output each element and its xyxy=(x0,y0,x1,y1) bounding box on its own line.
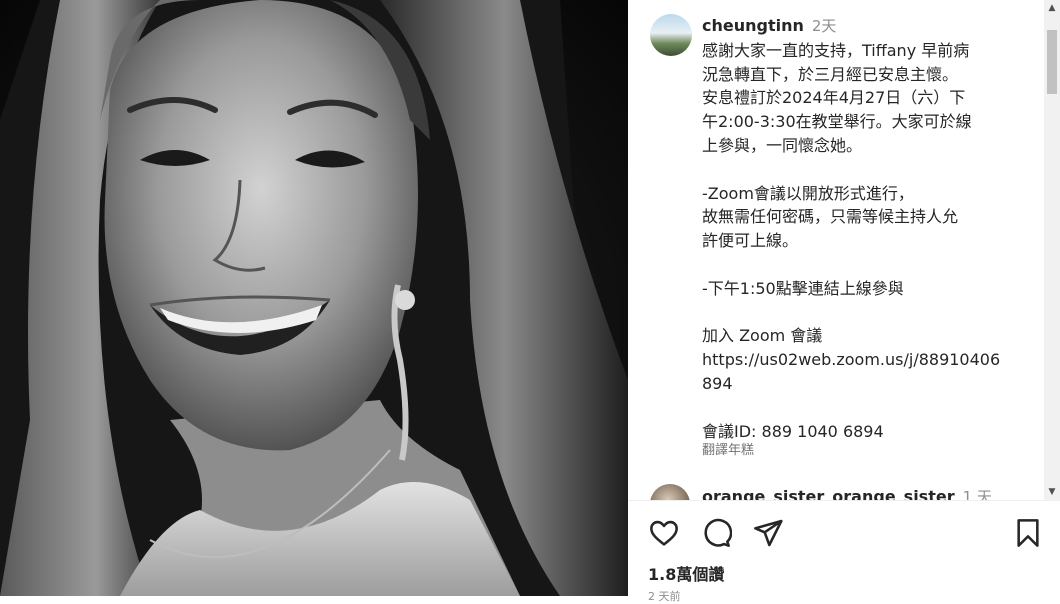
scroll-up-arrow-icon[interactable]: ▲ xyxy=(1044,0,1060,16)
see-translation-link[interactable]: 翻譯年糕 xyxy=(702,439,754,458)
caption-line: 感謝大家一直的支持，Tiffany 早前病 xyxy=(702,40,970,60)
caption-line: 安息禮訂於2024年4月27日（六）下 xyxy=(702,88,966,108)
bookmark-icon[interactable] xyxy=(1012,517,1044,549)
caption-line: -下午1:50點擊連結上線參與 xyxy=(702,278,904,298)
caption-line: 故無需任何密碼，只需等候主持人允 xyxy=(702,207,959,227)
scroll-down-arrow-icon[interactable]: ▼ xyxy=(1044,484,1060,500)
comment-time-ago[interactable]: 1 天 xyxy=(963,488,992,500)
caption-line: -Zoom會議以開放形式進行， xyxy=(702,183,914,203)
paper-plane-icon[interactable] xyxy=(752,517,784,549)
caption-header: cheungtinn 2天 xyxy=(702,14,1032,39)
caption-line: https://us02web.zoom.us/j/88910406 xyxy=(702,350,1001,370)
caption-line: 許便可上線。 xyxy=(702,231,799,251)
comments-scrollbar[interactable]: ▲ ▼ xyxy=(1044,0,1060,500)
post-photo[interactable] xyxy=(0,0,628,596)
comments-scroll-area[interactable]: cheungtinn 2天 感謝大家一直的支持，Tiffany 早前病 況急轉直下，… xyxy=(628,0,1044,500)
actions-divider xyxy=(628,500,1060,501)
caption-line: 況急轉直下，於三月經已安息主懷。 xyxy=(702,64,959,84)
caption-line: 加入 Zoom 會議 xyxy=(702,326,823,346)
caption-line: 上參與，一同懷念她。 xyxy=(702,135,863,155)
comment-header: orange_sister_orange_sister 1 天 xyxy=(702,486,992,500)
scrollbar-thumb[interactable] xyxy=(1047,30,1057,94)
comment-bubble-icon[interactable] xyxy=(700,517,733,549)
commenter-avatar[interactable] xyxy=(650,484,690,500)
author-avatar[interactable] xyxy=(650,14,692,56)
portrait-image xyxy=(0,0,628,596)
commenter-username[interactable]: orange_sister_orange_sister xyxy=(702,487,955,500)
likes-count[interactable]: 1.8萬個讚 xyxy=(648,561,724,585)
post-time-ago[interactable]: 2天 xyxy=(812,17,837,35)
author-username[interactable]: cheungtinn xyxy=(702,16,804,35)
caption-body: 感謝大家一直的支持，Tiffany 早前病 況急轉直下，於三月經已安息主懷。 安息禮… xyxy=(702,39,1032,444)
post-date[interactable]: 2 天前 xyxy=(648,588,681,604)
heart-outline-icon[interactable] xyxy=(648,517,680,549)
post-caption: cheungtinn 2天 感謝大家一直的支持，Tiffany 早前病 況急轉直下，… xyxy=(702,14,1032,443)
caption-line: 894 xyxy=(702,373,733,393)
post-side-panel: cheungtinn 2天 感謝大家一直的支持，Tiffany 早前病 況急轉直下，… xyxy=(628,0,1060,603)
caption-line: 午2:00-3:30在教堂舉行。大家可於線 xyxy=(702,112,972,132)
